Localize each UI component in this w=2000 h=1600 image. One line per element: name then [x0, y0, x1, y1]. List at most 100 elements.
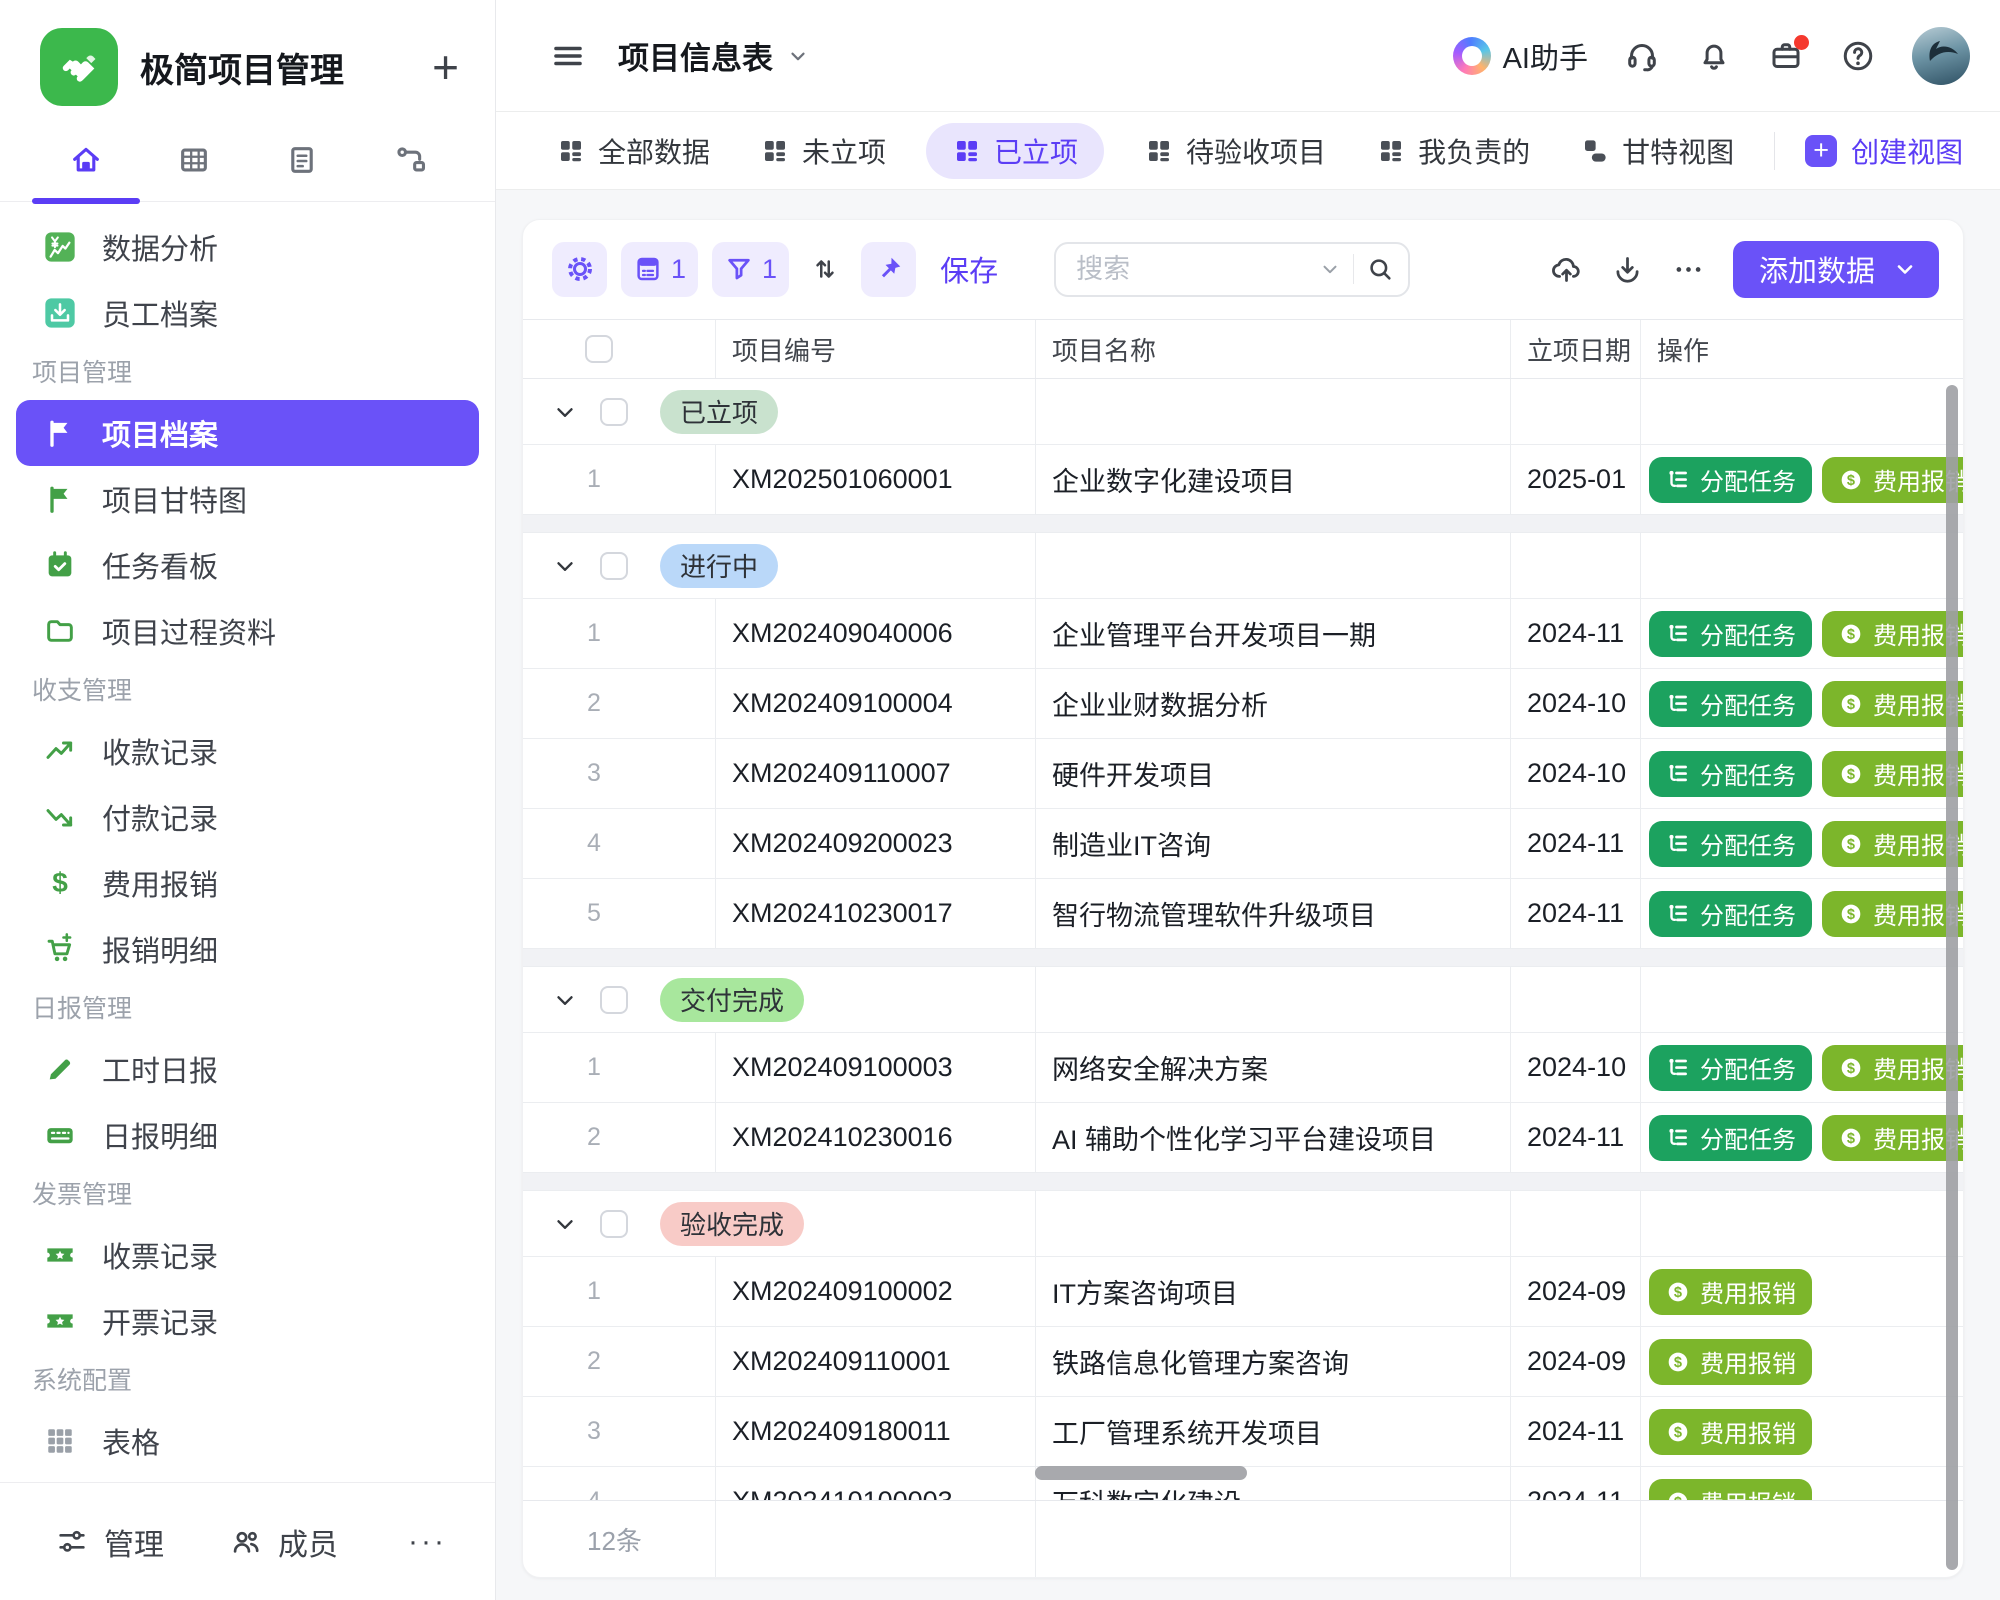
sidebar-item[interactable]: 收票记录 — [16, 1222, 479, 1288]
expense-claim-button[interactable]: $ 费用报销 — [1822, 681, 1963, 727]
sidebar-item[interactable]: 日报明细 — [16, 1102, 479, 1168]
briefcase-icon[interactable] — [1768, 38, 1804, 74]
project-date-cell[interactable]: 2024-10 — [1511, 739, 1641, 808]
project-date-cell[interactable]: 2024-10 — [1511, 1033, 1641, 1102]
help-icon[interactable] — [1840, 38, 1876, 74]
table-row[interactable]: 1 XM202409040006 企业管理平台开发项目一期 2024-11 分配… — [523, 599, 1963, 669]
project-date-cell[interactable]: 2024-09 — [1511, 1327, 1641, 1396]
table-row[interactable]: 4 XM202409200023 制造业IT咨询 2024-11 分配任务 $ … — [523, 809, 1963, 879]
column-header-date[interactable]: 立项日期 — [1511, 320, 1641, 378]
create-view-button[interactable]: + 创建视图 — [1805, 131, 1963, 171]
download-icon[interactable] — [1611, 253, 1644, 286]
project-id-cell[interactable]: XM202409110007 — [716, 739, 1036, 808]
group-collapse-chevron-icon[interactable] — [552, 987, 578, 1013]
project-name-cell[interactable]: 铁路信息化管理方案咨询 — [1036, 1327, 1511, 1396]
vertical-scrollbar[interactable] — [1946, 385, 1958, 1570]
project-date-cell[interactable]: 2024-11 — [1511, 599, 1641, 668]
group-collapse-chevron-icon[interactable] — [552, 399, 578, 425]
assign-task-button[interactable]: 分配任务 — [1649, 611, 1812, 657]
table-row[interactable]: 3 XM202409180011 工厂管理系统开发项目 2024-11 $ 费用… — [523, 1397, 1963, 1467]
page-title[interactable]: 项目信息表 — [618, 33, 809, 78]
sidebar-item[interactable]: 收款记录 — [16, 718, 479, 784]
project-date-cell[interactable]: 2024-11 — [1511, 1103, 1641, 1172]
assign-task-button[interactable]: 分配任务 — [1649, 891, 1812, 937]
group-collapse-chevron-icon[interactable] — [552, 553, 578, 579]
sidebar-item[interactable]: $费用报销 — [16, 850, 479, 916]
view-tab[interactable]: 我负责的 — [1366, 123, 1540, 179]
group-checkbox[interactable] — [600, 986, 628, 1014]
sidebar-add-button[interactable]: + — [432, 44, 459, 90]
project-name-cell[interactable]: AI 辅助个性化学习平台建设项目 — [1036, 1103, 1511, 1172]
group-checkbox[interactable] — [600, 1210, 628, 1238]
sidebar-nav-tab-table[interactable] — [140, 118, 248, 201]
user-avatar[interactable] — [1912, 27, 1970, 85]
table-row[interactable]: 2 XM202409110001 铁路信息化管理方案咨询 2024-09 $ 费… — [523, 1327, 1963, 1397]
project-id-cell[interactable]: XM202409040006 — [716, 599, 1036, 668]
project-name-cell[interactable]: 企业管理平台开发项目一期 — [1036, 599, 1511, 668]
expense-claim-button[interactable]: $ 费用报销 — [1822, 611, 1963, 657]
ai-assistant-button[interactable]: AI助手 — [1453, 35, 1588, 77]
column-header-name[interactable]: 项目名称 — [1036, 320, 1511, 378]
view-tab[interactable]: 已立项 — [926, 123, 1104, 179]
project-id-cell[interactable]: XM202409100003 — [716, 1033, 1036, 1102]
column-header-id[interactable]: 项目编号 — [716, 320, 1036, 378]
expense-claim-button[interactable]: $ 费用报销 — [1822, 1045, 1963, 1091]
project-date-cell[interactable]: 2024-10 — [1511, 669, 1641, 738]
table-row[interactable]: 1 XM202409100002 IT方案咨询项目 2024-09 $ 费用报销 — [523, 1257, 1963, 1327]
assign-task-button[interactable]: 分配任务 — [1649, 751, 1812, 797]
search-icon[interactable] — [1366, 255, 1394, 283]
manage-button[interactable]: 管理 — [56, 1520, 164, 1564]
select-all-checkbox[interactable] — [585, 335, 613, 363]
sidebar-item[interactable]: 任务看板 — [16, 532, 479, 598]
view-tab[interactable]: 未立项 — [750, 123, 896, 179]
project-name-cell[interactable]: 企业数字化建设项目 — [1036, 445, 1511, 514]
sidebar-item[interactable]: 员工档案 — [16, 280, 479, 346]
project-name-cell[interactable]: 制造业IT咨询 — [1036, 809, 1511, 878]
project-date-cell[interactable]: 2024-11 — [1511, 1397, 1641, 1466]
assign-task-button[interactable]: 分配任务 — [1649, 681, 1812, 727]
sidebar-item[interactable]: 项目过程资料 — [16, 598, 479, 664]
expense-claim-button[interactable]: $ 费用报销 — [1822, 891, 1963, 937]
project-name-cell[interactable]: 智行物流管理软件升级项目 — [1036, 879, 1511, 948]
sidebar-item[interactable]: 工时日报 — [16, 1036, 479, 1102]
project-date-cell[interactable]: 2024-09 — [1511, 1257, 1641, 1326]
expense-claim-button[interactable]: $ 费用报销 — [1822, 457, 1963, 503]
sort-button[interactable] — [803, 242, 847, 297]
expense-claim-button[interactable]: $ 费用报销 — [1822, 751, 1963, 797]
sidebar-item[interactable]: 开票记录 — [16, 1288, 479, 1354]
group-checkbox[interactable] — [600, 398, 628, 426]
project-id-cell[interactable]: XM202410230016 — [716, 1103, 1036, 1172]
more-icon[interactable] — [1672, 253, 1705, 286]
sidebar-nav-tab-flow[interactable] — [356, 118, 464, 201]
fields-button[interactable]: 1 — [621, 242, 698, 297]
project-id-cell[interactable]: XM202410100003 — [716, 1467, 1036, 1500]
table-row[interactable]: 2 XM202410230016 AI 辅助个性化学习平台建设项目 2024-1… — [523, 1103, 1963, 1173]
sidebar-nav-tab-home[interactable] — [32, 118, 140, 201]
pin-button[interactable] — [861, 242, 916, 297]
sidebar-item[interactable]: 流程 — [16, 1474, 479, 1482]
expense-claim-button[interactable]: $ 费用报销 — [1822, 1115, 1963, 1161]
sidebar-item[interactable]: 表格 — [16, 1408, 479, 1474]
project-name-cell[interactable]: 企业业财数据分析 — [1036, 669, 1511, 738]
view-tab[interactable]: 全部数据 — [546, 123, 720, 179]
group-checkbox[interactable] — [600, 552, 628, 580]
assign-task-button[interactable]: 分配任务 — [1649, 821, 1812, 867]
expense-claim-button[interactable]: $ 费用报销 — [1649, 1339, 1812, 1385]
sidebar-item[interactable]: 项目甘特图 — [16, 466, 479, 532]
hamburger-menu-icon[interactable] — [550, 38, 586, 74]
bell-icon[interactable] — [1696, 38, 1732, 74]
save-button[interactable]: 保存 — [940, 248, 998, 290]
project-name-cell[interactable]: 硬件开发项目 — [1036, 739, 1511, 808]
project-id-cell[interactable]: XM202409200023 — [716, 809, 1036, 878]
view-tab[interactable]: 待验收项目 — [1134, 123, 1336, 179]
project-id-cell[interactable]: XM202409180011 — [716, 1397, 1036, 1466]
sidebar-item[interactable]: 项目档案 — [16, 400, 479, 466]
upload-icon[interactable] — [1550, 253, 1583, 286]
search-chevron-icon[interactable] — [1319, 258, 1341, 280]
project-name-cell[interactable]: 工厂管理系统开发项目 — [1036, 1397, 1511, 1466]
sidebar-item[interactable]: 报销明细 — [16, 916, 479, 982]
members-button[interactable]: 成员 — [230, 1520, 338, 1564]
sidebar-item[interactable]: 数据分析 — [16, 214, 479, 280]
project-date-cell[interactable]: 2024-11 — [1511, 879, 1641, 948]
search-input[interactable] — [1074, 253, 1307, 286]
